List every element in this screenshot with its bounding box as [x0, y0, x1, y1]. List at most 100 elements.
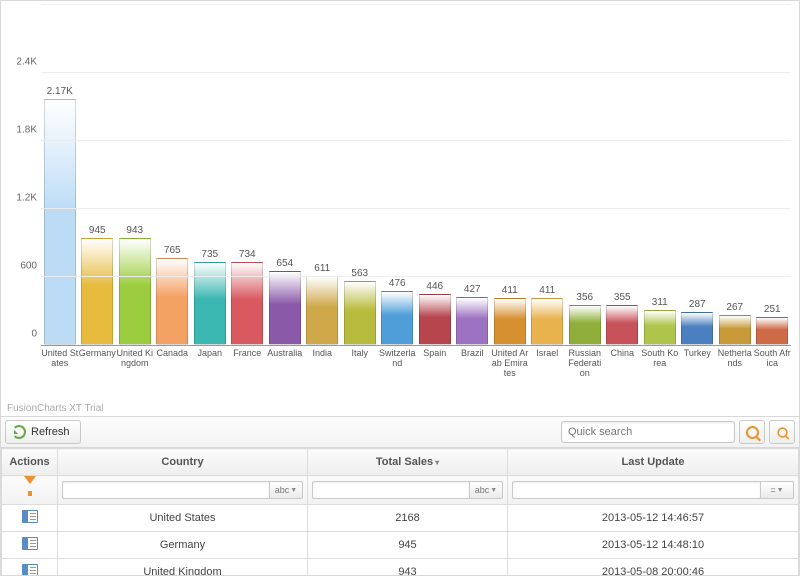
- bar-value-label: 251: [764, 304, 781, 315]
- table-row[interactable]: United Kingdom9432013-05-08 20:00:46: [2, 559, 799, 576]
- refresh-button[interactable]: Refresh: [5, 420, 81, 444]
- bar[interactable]: [269, 271, 301, 345]
- row-detail-icon: [22, 510, 38, 523]
- advanced-search-button[interactable]: [769, 420, 795, 444]
- x-tick-label: South Korea: [641, 346, 679, 398]
- bar[interactable]: [344, 281, 376, 345]
- bar-slot: 311: [641, 5, 679, 345]
- x-tick-label: Canada: [154, 346, 192, 398]
- bar-value-label: 355: [614, 292, 631, 303]
- bar[interactable]: [756, 317, 788, 345]
- y-tick: 1.8K: [5, 125, 37, 136]
- row-country: United States: [58, 505, 308, 532]
- bar-slot: 2.17K: [41, 5, 79, 345]
- bar-value-label: 765: [164, 245, 181, 256]
- filter-sales-input[interactable]: [312, 481, 469, 499]
- bar-value-label: 2.17K: [47, 86, 73, 97]
- filter-updated-op[interactable]: =▼: [760, 481, 794, 499]
- col-header-country[interactable]: Country: [58, 449, 308, 476]
- x-tick-label: Russian Federation: [566, 346, 604, 398]
- bar[interactable]: [306, 276, 338, 345]
- bar[interactable]: [419, 294, 451, 345]
- bar-slot: 446: [416, 5, 454, 345]
- row-sales: 2168: [308, 505, 508, 532]
- bar[interactable]: [119, 238, 151, 345]
- col-header-updated[interactable]: Last Update: [508, 449, 799, 476]
- row-action-cell[interactable]: [2, 505, 58, 532]
- bar[interactable]: [381, 291, 413, 345]
- row-updated: 2013-05-12 14:48:10: [508, 532, 799, 559]
- table-row[interactable]: Germany9452013-05-12 14:48:10: [2, 532, 799, 559]
- bar-slot: 611: [304, 5, 342, 345]
- bar[interactable]: [81, 238, 113, 345]
- bar[interactable]: [719, 315, 751, 345]
- bar[interactable]: [531, 298, 563, 345]
- bar[interactable]: [456, 297, 488, 345]
- row-action-cell[interactable]: [2, 532, 58, 559]
- filter-sales-op[interactable]: abc▼: [469, 481, 503, 499]
- bar-value-label: 943: [126, 225, 143, 236]
- row-country: Germany: [58, 532, 308, 559]
- bar-value-label: 735: [201, 249, 218, 260]
- grid-filter-row: abc▼ abc▼ =▼: [2, 476, 799, 505]
- y-tick: 1.2K: [5, 193, 37, 204]
- col-header-sales[interactable]: Total Sales▾: [308, 449, 508, 476]
- funnel-icon: [24, 476, 36, 496]
- bar-slot: 654: [266, 5, 304, 345]
- row-detail-icon: [22, 564, 38, 575]
- bar-slot: 563: [341, 5, 379, 345]
- bar-slot: 411: [491, 5, 529, 345]
- bar-slot: 427: [454, 5, 492, 345]
- search-icon: [777, 427, 787, 437]
- filter-country-input[interactable]: [62, 481, 269, 499]
- bar-value-label: 311: [652, 297, 668, 308]
- bar-value-label: 411: [502, 285, 518, 296]
- x-tick-label: Netherlands: [716, 346, 754, 398]
- toolbar: Refresh: [1, 416, 799, 448]
- bar-slot: 476: [379, 5, 417, 345]
- x-tick-label: Germany: [79, 346, 117, 398]
- x-tick-label: Australia: [266, 346, 304, 398]
- bar-value-label: 427: [464, 284, 481, 295]
- col-header-actions[interactable]: Actions: [2, 449, 58, 476]
- bar-value-label: 476: [389, 278, 406, 289]
- search-button[interactable]: [739, 420, 765, 444]
- bar[interactable]: [156, 258, 188, 345]
- x-tick-label: Israel: [529, 346, 567, 398]
- x-tick-label: United Kingdom: [116, 346, 154, 398]
- chart-watermark: FusionCharts XT Trial: [7, 403, 104, 414]
- refresh-icon: [12, 425, 26, 439]
- bar-slot: 355: [604, 5, 642, 345]
- row-sales: 943: [308, 559, 508, 576]
- x-tick-label: India: [304, 346, 342, 398]
- bar-value-label: 287: [689, 299, 706, 310]
- sort-indicator-icon: ▾: [435, 458, 439, 467]
- row-action-cell[interactable]: [2, 559, 58, 576]
- bar[interactable]: [681, 312, 713, 345]
- refresh-label: Refresh: [31, 426, 70, 438]
- chart-plot: 2.17K94594376573573465461156347644642741…: [41, 5, 791, 346]
- bar[interactable]: [494, 298, 526, 345]
- table-row[interactable]: United States21682013-05-12 14:46:57: [2, 505, 799, 532]
- bar-value-label: 267: [726, 302, 743, 313]
- bar[interactable]: [194, 262, 226, 345]
- bar[interactable]: [569, 305, 601, 345]
- x-tick-label: United Arab Emirates: [491, 346, 529, 398]
- bar-value-label: 611: [314, 263, 330, 274]
- bar-slot: 943: [116, 5, 154, 345]
- bar[interactable]: [231, 262, 263, 345]
- quick-search-input[interactable]: [561, 421, 735, 443]
- bar-slot: 945: [79, 5, 117, 345]
- y-tick: 0: [5, 329, 37, 340]
- x-tick-label: Switzerland: [379, 346, 417, 398]
- x-tick-label: Italy: [341, 346, 379, 398]
- filter-actions[interactable]: [2, 476, 58, 505]
- filter-updated-input[interactable]: [512, 481, 760, 499]
- y-tick: 600: [5, 261, 37, 272]
- bar[interactable]: [606, 305, 638, 345]
- bar[interactable]: [44, 99, 76, 345]
- bar[interactable]: [644, 310, 676, 345]
- bar-slot: 267: [716, 5, 754, 345]
- filter-country-op[interactable]: abc▼: [269, 481, 303, 499]
- x-tick-label: France: [229, 346, 267, 398]
